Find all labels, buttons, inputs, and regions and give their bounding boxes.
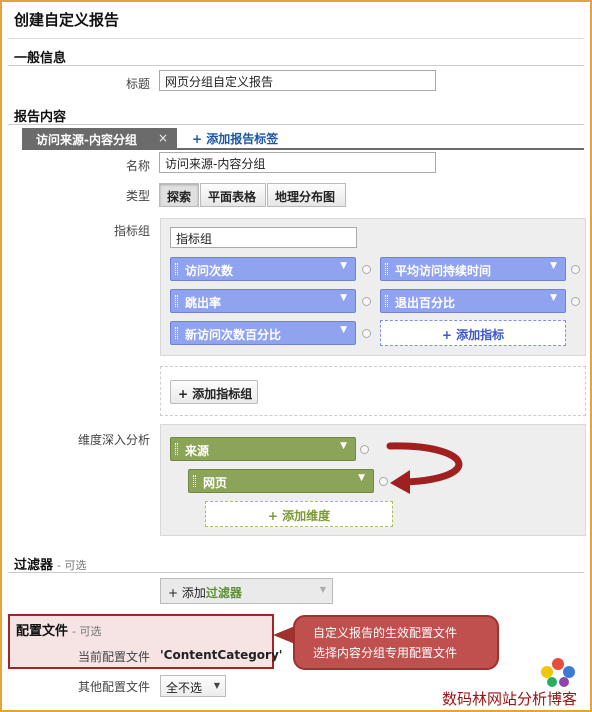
metric-label: 跳出率 (185, 296, 222, 310)
dimension-label-text: 来源 (185, 444, 210, 458)
link-circle-icon (362, 297, 371, 306)
chevron-down-icon[interactable]: ▼ (358, 473, 365, 483)
current-profile-label: 当前配置文件 (77, 650, 150, 664)
other-profiles-label: 其他配置文件 (77, 680, 150, 694)
callout-pointer (273, 626, 295, 644)
dimension-label: 维度深入分析 (77, 433, 150, 447)
current-profile-value: 'ContentCategory' (160, 648, 283, 662)
screenshot-frame (0, 0, 592, 712)
filters-divider (8, 572, 584, 573)
title-divider (8, 38, 584, 39)
callout-line-1: 自定义报告的生效配置文件 (313, 626, 458, 640)
add-filter-highlight: 过滤器 (205, 586, 242, 600)
metric-pill-new-visits-percent[interactable]: 新访问次数百分比 ▼ (170, 321, 356, 345)
add-dimension-button[interactable]: + 添加维度 (205, 501, 393, 527)
drag-handle-icon[interactable] (175, 263, 178, 275)
add-metric-button[interactable]: + 添加指标 (380, 320, 566, 346)
title-label: 标题 (125, 77, 150, 91)
general-divider (8, 65, 584, 66)
drag-handle-icon[interactable] (175, 327, 178, 339)
link-circle-icon (571, 297, 580, 306)
drag-handle-icon[interactable] (175, 443, 178, 455)
title-input[interactable]: 网页分组自定义报告 (159, 70, 436, 91)
metric-group-label: 指标组 (113, 224, 150, 238)
filters-optional-note: - 可选 (57, 559, 87, 572)
type-map-overlay-button[interactable]: 地理分布图 (267, 183, 346, 207)
annotation-callout: 自定义报告的生效配置文件 选择内容分组专用配置文件 (293, 615, 499, 670)
metric-label: 平均访问持续时间 (395, 264, 492, 278)
add-metric-group-button[interactable]: + 添加指标组 (170, 380, 258, 404)
filters-heading: 过滤器 - 可选 (14, 554, 86, 573)
drag-handle-icon[interactable] (385, 263, 388, 275)
dimension-label-text: 网页 (203, 476, 228, 490)
chevron-down-icon[interactable]: ▼ (340, 325, 347, 335)
type-flat-table-button[interactable]: 平面表格 (200, 183, 266, 207)
report-content-heading: 报告内容 (14, 110, 67, 125)
chevron-down-icon: ▼ (213, 681, 220, 690)
profile-heading: 配置文件 - 可选 (16, 620, 101, 639)
link-circle-icon (362, 265, 371, 274)
link-circle-icon (360, 445, 369, 454)
dimension-pill-page[interactable]: 网页 ▼ (188, 469, 374, 493)
other-profiles-value: 全不选 (166, 681, 203, 695)
tab-close-icon[interactable]: × (158, 131, 168, 145)
general-heading: 一般信息 (14, 51, 67, 66)
callout-line-2: 选择内容分组专用配置文件 (313, 646, 458, 660)
chevron-down-icon[interactable]: ▼ (340, 261, 347, 271)
filters-heading-text: 过滤器 (14, 558, 54, 573)
profile-heading-text: 配置文件 (16, 624, 69, 639)
chevron-down-icon[interactable]: ▼ (340, 293, 347, 303)
add-report-tab-link[interactable]: + 添加报告标签 (192, 130, 278, 147)
link-circle-icon (571, 265, 580, 274)
drag-handle-icon[interactable] (385, 295, 388, 307)
link-circle-icon (362, 329, 371, 338)
add-filter-prefix: + 添加 (168, 586, 206, 600)
chevron-down-icon[interactable]: ▼ (550, 261, 557, 271)
watermark-text: 数码林网站分析博客 (442, 690, 578, 708)
watermark-logo-icon (541, 658, 575, 687)
add-filter-button[interactable]: + 添加过滤器 ▼ (160, 578, 333, 604)
chevron-down-icon[interactable]: ▼ (340, 441, 347, 451)
other-profiles-select[interactable]: 全不选 ▼ (160, 675, 226, 697)
chevron-down-icon: ▼ (319, 585, 326, 594)
metric-label: 退出百分比 (395, 296, 456, 310)
metric-pill-bounce-rate[interactable]: 跳出率 ▼ (170, 289, 356, 313)
report-content-divider (8, 124, 584, 125)
profile-optional-note: - 可选 (72, 625, 102, 638)
type-explorer-button[interactable]: 探索 (159, 183, 199, 207)
page-title: 创建自定义报告 (14, 11, 120, 29)
name-input[interactable]: 访问来源-内容分组 (159, 152, 436, 173)
report-tab-active[interactable]: 访问来源-内容分组 (22, 128, 177, 148)
metric-group-name-input[interactable]: 指标组 (170, 227, 357, 248)
type-label: 类型 (125, 189, 150, 203)
tab-underline (22, 148, 584, 150)
metric-pill-avg-duration[interactable]: 平均访问持续时间 ▼ (380, 257, 566, 281)
metric-pill-exit-percent[interactable]: 退出百分比 ▼ (380, 289, 566, 313)
chevron-down-icon[interactable]: ▼ (550, 293, 557, 303)
drag-handle-icon[interactable] (193, 475, 196, 487)
curved-arrow-icon (386, 442, 463, 494)
metric-pill-visits[interactable]: 访问次数 ▼ (170, 257, 356, 281)
metric-label: 访问次数 (185, 264, 234, 278)
metric-label: 新访问次数百分比 (185, 328, 282, 342)
name-label: 名称 (125, 159, 150, 173)
dimension-pill-source[interactable]: 来源 ▼ (170, 437, 356, 461)
drag-handle-icon[interactable] (175, 295, 178, 307)
